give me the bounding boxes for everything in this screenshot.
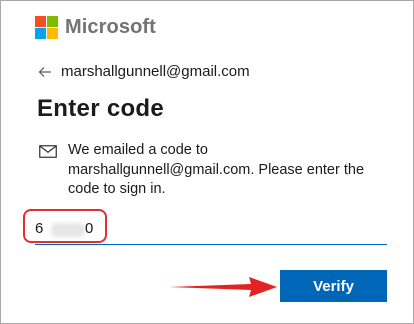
- sign-in-dialog: Microsoft marshallgunnell@gmail.com Ente…: [0, 0, 414, 324]
- logo-red-square: [35, 16, 46, 27]
- code-sent-message: We emailed a code to marshallgunnell@gma…: [39, 141, 384, 200]
- identity-back-link[interactable]: marshallgunnell@gmail.com: [38, 63, 250, 80]
- message-text: We emailed a code to marshallgunnell@gma…: [68, 142, 365, 197]
- brand-header: Microsoft: [35, 16, 156, 39]
- arrow-left-icon[interactable]: [38, 65, 52, 79]
- page-title: Enter code: [37, 95, 165, 122]
- verify-button[interactable]: Verify: [280, 270, 387, 302]
- logo-green-square: [47, 16, 58, 27]
- brand-name: Microsoft: [65, 16, 156, 38]
- code-highlight-annotation: [23, 209, 107, 243]
- identity-email: marshallgunnell@gmail.com: [61, 63, 250, 80]
- logo-blue-square: [35, 28, 46, 39]
- microsoft-logo-icon: [35, 16, 58, 39]
- logo-yellow-square: [47, 28, 58, 39]
- red-arrow-annotation: [169, 277, 277, 297]
- envelope-icon: [39, 145, 57, 158]
